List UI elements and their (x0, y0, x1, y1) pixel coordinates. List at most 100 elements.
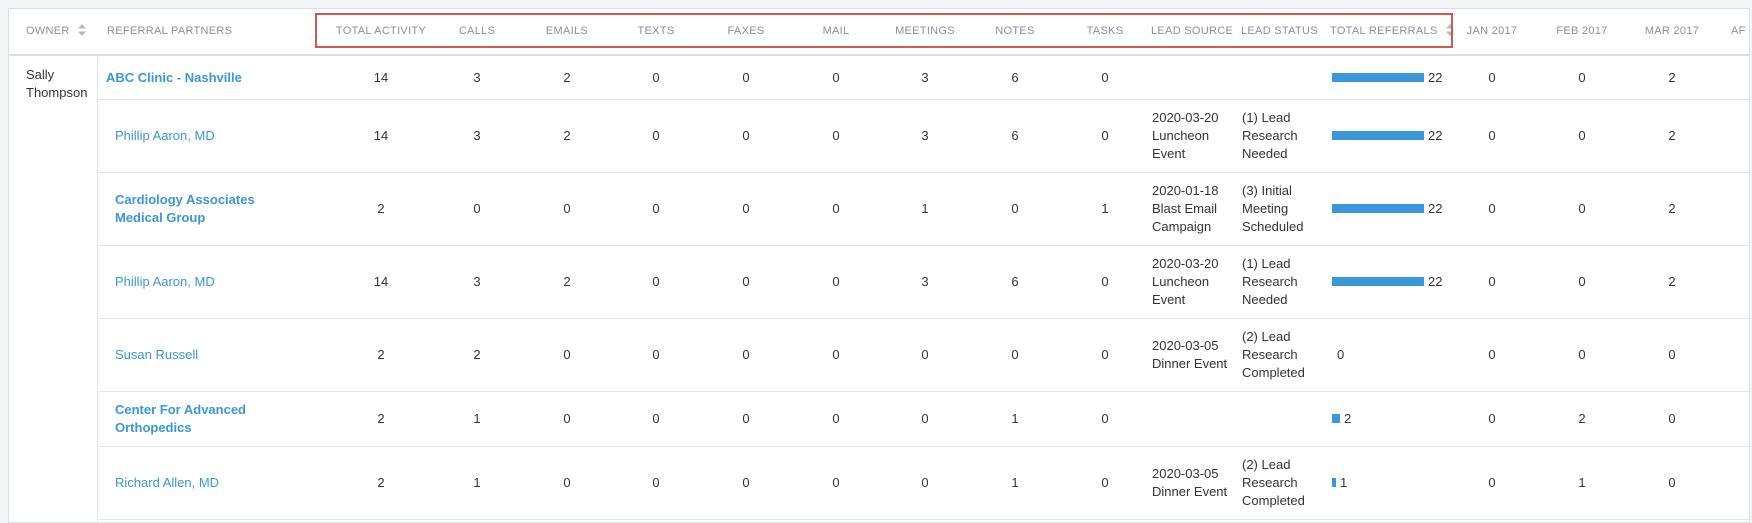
notes-cell: 1 (1011, 474, 1019, 490)
jan-2017-header[interactable]: JAN 2017 (1449, 9, 1535, 54)
total-activity-cell: 2 (377, 346, 385, 362)
partner-cell: ABC Clinic - Nashville (106, 56, 298, 99)
notes-cell: 6 (1011, 69, 1019, 85)
referral-bar (1332, 478, 1336, 487)
referral-count: 22 (1428, 201, 1443, 216)
lead-status-cell: (2) Lead Research Completed (1242, 328, 1305, 380)
partner-link[interactable]: Center For Advanced Orthopedics (115, 401, 298, 437)
owner-name: Sally Thompson (26, 67, 88, 100)
highlight-box (315, 13, 1453, 48)
texts-cell: 0 (652, 127, 660, 143)
total-activity-cell: 14 (373, 69, 389, 85)
emails-cell: 0 (563, 346, 571, 362)
feb-2017-header[interactable]: FEB 2017 (1539, 9, 1625, 54)
meetings-cell: 0 (921, 474, 929, 490)
partner-cell: Phillip Aaron, MD (115, 99, 298, 172)
total-activity-cell: 2 (377, 410, 385, 426)
lead-status-cell: (3) Initial Meeting Scheduled (1242, 182, 1304, 234)
emails-cell: 0 (563, 200, 571, 216)
partner-cell: Center For Advanced Orthopedics (115, 391, 298, 446)
meetings-cell: 0 (921, 410, 929, 426)
notes-cell: 0 (1011, 200, 1019, 216)
sort-icon[interactable] (78, 24, 87, 37)
owner-header-label: OWNER (26, 25, 70, 37)
emails-cell: 2 (563, 127, 571, 143)
mar-cell: 0 (1668, 474, 1676, 490)
total-referrals-cell: 22 (1332, 245, 1442, 318)
lead-source-cell (1152, 391, 1232, 446)
total-activity-cell: 14 (373, 127, 389, 143)
total-referrals-cell: 22 (1332, 172, 1442, 245)
tasks-cell: 0 (1101, 410, 1109, 426)
referral-bar (1332, 414, 1340, 423)
referral-count: 22 (1428, 128, 1443, 143)
mail-cell: 0 (832, 474, 840, 490)
calls-cell: 3 (473, 69, 481, 85)
tasks-cell: 0 (1101, 127, 1109, 143)
texts-cell: 0 (652, 474, 660, 490)
owner-header[interactable]: OWNER (26, 9, 96, 54)
faxes-cell: 0 (742, 69, 750, 85)
referral-table: OWNER REFERRAL PARTNERS TOTAL ACTIVITY C… (8, 8, 1750, 523)
referral-count: 1 (1340, 475, 1348, 490)
calls-cell: 3 (473, 127, 481, 143)
partner-link[interactable]: Phillip Aaron, MD (115, 273, 215, 291)
calls-cell: 0 (473, 200, 481, 216)
referral-count: 0 (1337, 347, 1345, 362)
tasks-cell: 0 (1101, 69, 1109, 85)
mail-cell: 0 (832, 200, 840, 216)
referral-count: 22 (1428, 70, 1443, 85)
notes-cell: 0 (1011, 346, 1019, 362)
lead-status-cell (1242, 56, 1322, 99)
referral-partners-header[interactable]: REFERRAL PARTNERS (107, 9, 297, 54)
mar-cell: 2 (1668, 69, 1676, 85)
lead-source-cell: 2020-03-05 Dinner Event (1152, 337, 1228, 371)
calls-cell: 1 (473, 474, 481, 490)
meetings-cell: 1 (921, 200, 929, 216)
feb-cell: 0 (1578, 200, 1586, 216)
lead-status-cell: (1) Lead Research Needed (1242, 255, 1298, 307)
owner-column: Sally Thompson (9, 56, 98, 522)
emails-cell: 0 (563, 474, 571, 490)
meetings-cell: 3 (921, 69, 929, 85)
lead-source-cell (1152, 56, 1232, 99)
partner-cell: Cardiology Associates Medical Group (115, 172, 298, 245)
mail-cell: 0 (832, 273, 840, 289)
partner-cell: Richard Allen, MD (115, 446, 298, 519)
jan-cell: 0 (1488, 410, 1496, 426)
mail-cell: 0 (832, 346, 840, 362)
lead-source-cell: 2020-01-18 Blast Email Campaign (1152, 182, 1219, 234)
feb-cell: 2 (1578, 410, 1586, 426)
mar-2017-header[interactable]: MAR 2017 (1629, 9, 1715, 54)
feb-cell: 0 (1578, 127, 1586, 143)
mail-cell: 0 (832, 69, 840, 85)
lead-status-cell (1242, 391, 1322, 446)
mar-cell: 2 (1668, 273, 1676, 289)
texts-cell: 0 (652, 410, 660, 426)
table-row: Phillip Aaron, MD 14 3 2 0 0 0 3 6 0 0 0 2 2020-03-20… (98, 99, 1749, 173)
partner-link[interactable]: Richard Allen, MD (115, 474, 219, 492)
feb-cell: 1 (1578, 474, 1586, 490)
meetings-cell: 3 (921, 273, 929, 289)
texts-cell: 0 (652, 273, 660, 289)
apr-2017-header[interactable]: AF (1731, 9, 1749, 54)
partner-link[interactable]: ABC Clinic - Nashville (106, 69, 242, 87)
faxes-cell: 0 (742, 200, 750, 216)
partner-link[interactable]: Phillip Aaron, MD (115, 127, 215, 145)
feb-cell: 0 (1578, 273, 1586, 289)
mar-cell: 2 (1668, 127, 1676, 143)
jan-cell: 0 (1488, 127, 1496, 143)
texts-cell: 0 (652, 69, 660, 85)
faxes-cell: 0 (742, 273, 750, 289)
partner-link[interactable]: Susan Russell (115, 346, 198, 364)
mar-cell: 2 (1668, 200, 1676, 216)
partner-link[interactable]: Cardiology Associates Medical Group (115, 191, 298, 227)
table-row: Phillip Aaron, MD 14 3 2 0 0 0 3 6 0 0 0 2 2020-03-20… (98, 245, 1749, 319)
partner-cell: Phillip Aaron, MD (115, 245, 298, 318)
calls-cell: 1 (473, 410, 481, 426)
faxes-cell: 0 (742, 474, 750, 490)
total-referrals-cell: 0 (1337, 318, 1344, 391)
lead-status-cell: (1) Lead Research Needed (1242, 109, 1298, 161)
jan-cell: 0 (1488, 474, 1496, 490)
total-activity-cell: 14 (373, 273, 389, 289)
